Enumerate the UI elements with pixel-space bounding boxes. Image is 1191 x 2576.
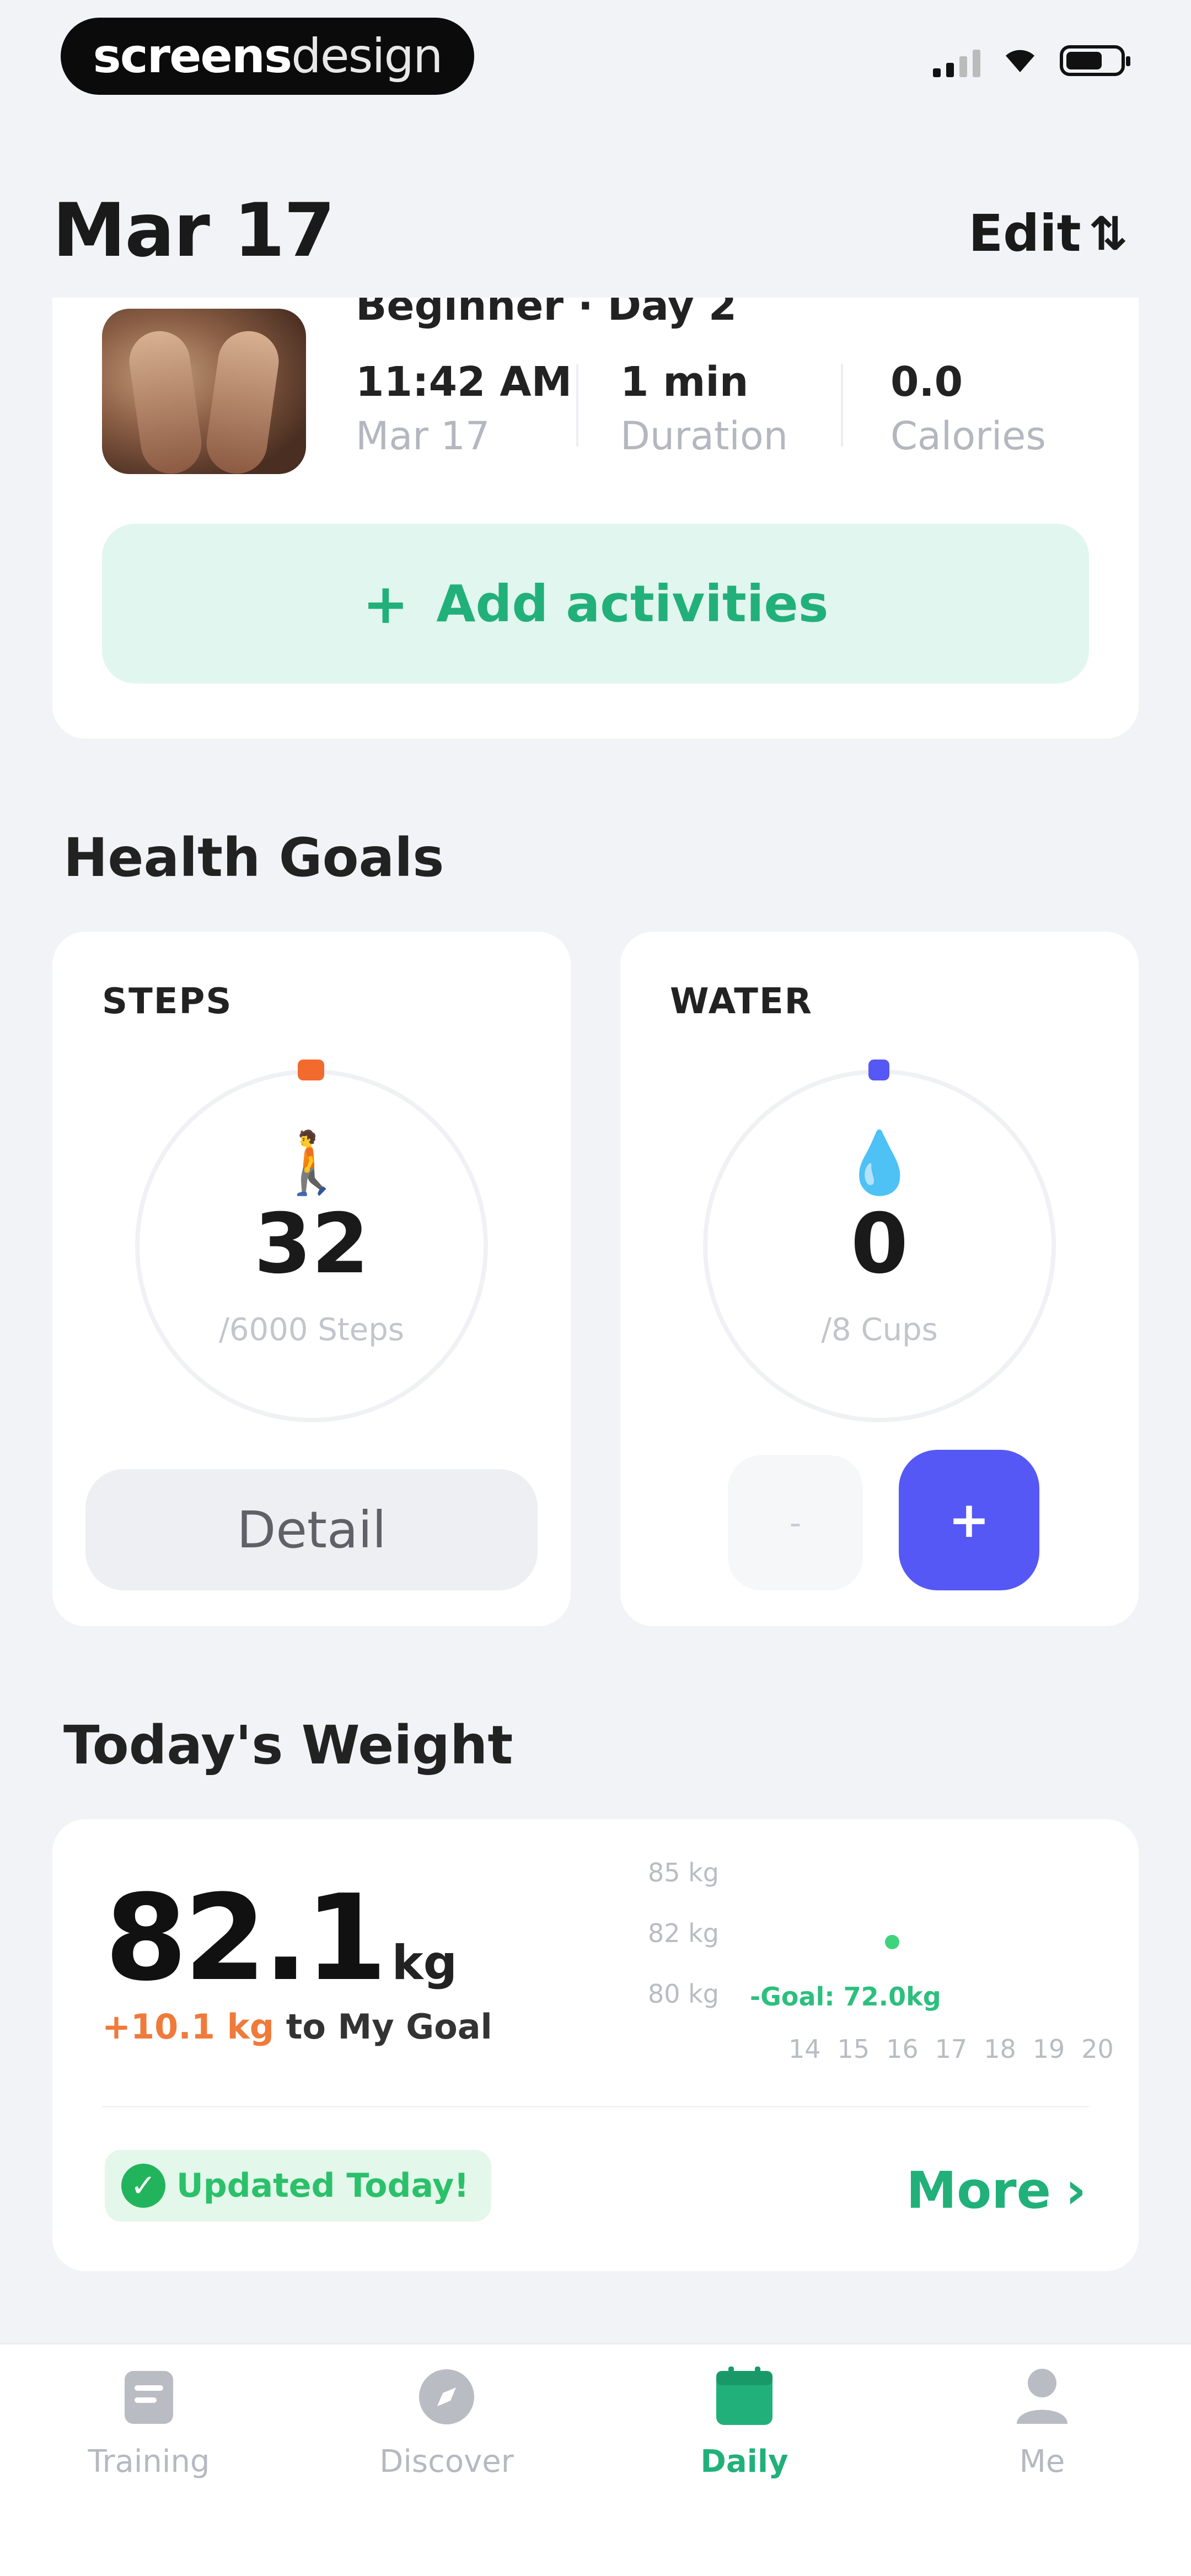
steps-card: STEPS 🚶 32 /6000 Steps Detail [52, 932, 571, 1626]
x-axis-label: 14 [788, 2034, 821, 2064]
person-icon [1012, 2367, 1072, 2427]
x-axis-label: 19 [1032, 2034, 1065, 2064]
x-axis-label: 16 [886, 2034, 919, 2064]
water-value: 0 [850, 1196, 909, 1292]
water-drop-icon: 💧 [841, 1127, 918, 1198]
steps-value: 32 [254, 1196, 369, 1292]
x-axis-label: 20 [1081, 2034, 1114, 2064]
weight-title: Today's Weight [63, 1714, 513, 1776]
duration-value: 1 min [620, 358, 749, 406]
water-progress-marker [868, 1060, 889, 1080]
calories-label: Calories [890, 413, 1046, 459]
tab-daily[interactable]: Daily [634, 2367, 855, 2480]
activity-time-stat: 11:42 AM Mar 17 [356, 358, 572, 459]
wifi-icon [1004, 47, 1037, 74]
clipboard-icon [119, 2367, 179, 2427]
activity-date: Mar 17 [356, 413, 490, 459]
water-increment-button[interactable]: + [899, 1450, 1039, 1590]
activity-calories-stat: 0.0 Calories [890, 358, 1046, 459]
y-axis-label: 80 kg [648, 1979, 719, 2009]
goal-line-label: -Goal: 72.0kg [750, 1982, 941, 2012]
brand-logo: screens design [61, 18, 474, 95]
water-card: WATER 💧 0 /8 Cups - + [620, 932, 1139, 1626]
weight-goal-diff: +10.1 kg to My Goal [102, 2007, 492, 2047]
more-label: More [906, 2161, 1051, 2220]
signal-icon [933, 44, 980, 77]
sort-icon: ⇅ [1088, 206, 1128, 261]
weight-data-point [885, 1935, 899, 1949]
page-title: Mar 17 [52, 187, 335, 273]
weight-mini-chart: 85 kg 82 kg 80 kg -Goal: 72.0kg 14 15 16… [648, 1858, 1117, 2089]
tab-label: Discover [379, 2444, 514, 2480]
tab-label: Training [88, 2444, 210, 2480]
calendar-icon [714, 2367, 775, 2427]
health-goals-title: Health Goals [63, 827, 444, 889]
status-bar: screens design [0, 0, 1191, 121]
system-icons [933, 44, 1130, 77]
divider [102, 2106, 1089, 2107]
workout-thumbnail[interactable] [102, 309, 306, 474]
divider [576, 364, 578, 447]
weight-diff: +10.1 kg [102, 2007, 275, 2047]
activity-duration-stat: 1 min Duration [620, 358, 788, 459]
x-axis-label: 17 [935, 2034, 968, 2064]
updated-badge: ✓ Updated Today! [105, 2150, 491, 2222]
weight-diff-suffix: to My Goal [286, 2007, 492, 2047]
steps-label: STEPS [102, 981, 233, 1022]
activity-time: 11:42 AM [356, 358, 572, 406]
weight-card[interactable]: 82.1 kg +10.1 kg to My Goal 85 kg 82 kg … [52, 1819, 1139, 2271]
brand-light-text: design [291, 29, 443, 84]
steps-goal: /6000 Steps [219, 1312, 404, 1348]
page-header: Mar 17 Edit ⇅ [0, 165, 1191, 298]
weight-unit: kg [391, 1935, 458, 1991]
x-axis-label: 18 [984, 2034, 1016, 2064]
brand-bold-text: screens [93, 29, 293, 84]
tab-label: Daily [700, 2444, 788, 2480]
chevron-right-icon: › [1065, 2161, 1086, 2220]
water-label: WATER [670, 981, 813, 1022]
calories-value: 0.0 [890, 358, 963, 406]
edit-button[interactable]: Edit ⇅ [968, 204, 1128, 263]
walking-person-icon: 🚶 [273, 1127, 350, 1198]
water-goal: /8 Cups [821, 1312, 938, 1348]
activity-card: Beginner · Day 2 11:42 AM Mar 17 1 min D… [52, 298, 1139, 739]
check-circle-icon: ✓ [121, 2164, 165, 2208]
duration-label: Duration [620, 413, 788, 459]
weight-value-group: 82.1 kg [105, 1869, 457, 2007]
steps-detail-button[interactable]: Detail [85, 1469, 538, 1590]
updated-label: Updated Today! [176, 2166, 469, 2205]
workout-title: Beginner · Day 2 [356, 298, 737, 330]
tab-me[interactable]: Me [932, 2367, 1152, 2480]
add-activities-button[interactable]: + Add activities [102, 524, 1089, 684]
x-axis-labels: 14 15 16 17 18 19 20 [788, 2034, 1114, 2064]
water-decrement-button[interactable]: - [728, 1455, 863, 1590]
edit-label: Edit [968, 204, 1081, 263]
weight-more-link[interactable]: More › [906, 2161, 1086, 2220]
y-axis-label: 85 kg [648, 1858, 719, 1887]
y-axis-label: 82 kg [648, 1918, 719, 1948]
x-axis-label: 15 [837, 2034, 870, 2064]
tab-discover[interactable]: Discover [336, 2367, 557, 2480]
steps-progress-marker [298, 1060, 324, 1080]
weight-value: 82.1 [105, 1869, 387, 2007]
tab-training[interactable]: Training [39, 2367, 259, 2480]
add-activities-label: Add activities [436, 574, 829, 633]
tab-label: Me [1019, 2444, 1065, 2480]
bottom-tab-bar: Training Discover Daily Me [0, 2343, 1191, 2576]
divider [841, 364, 843, 447]
plus-icon: + [362, 571, 409, 636]
battery-icon [1060, 45, 1130, 76]
compass-icon [416, 2367, 477, 2427]
